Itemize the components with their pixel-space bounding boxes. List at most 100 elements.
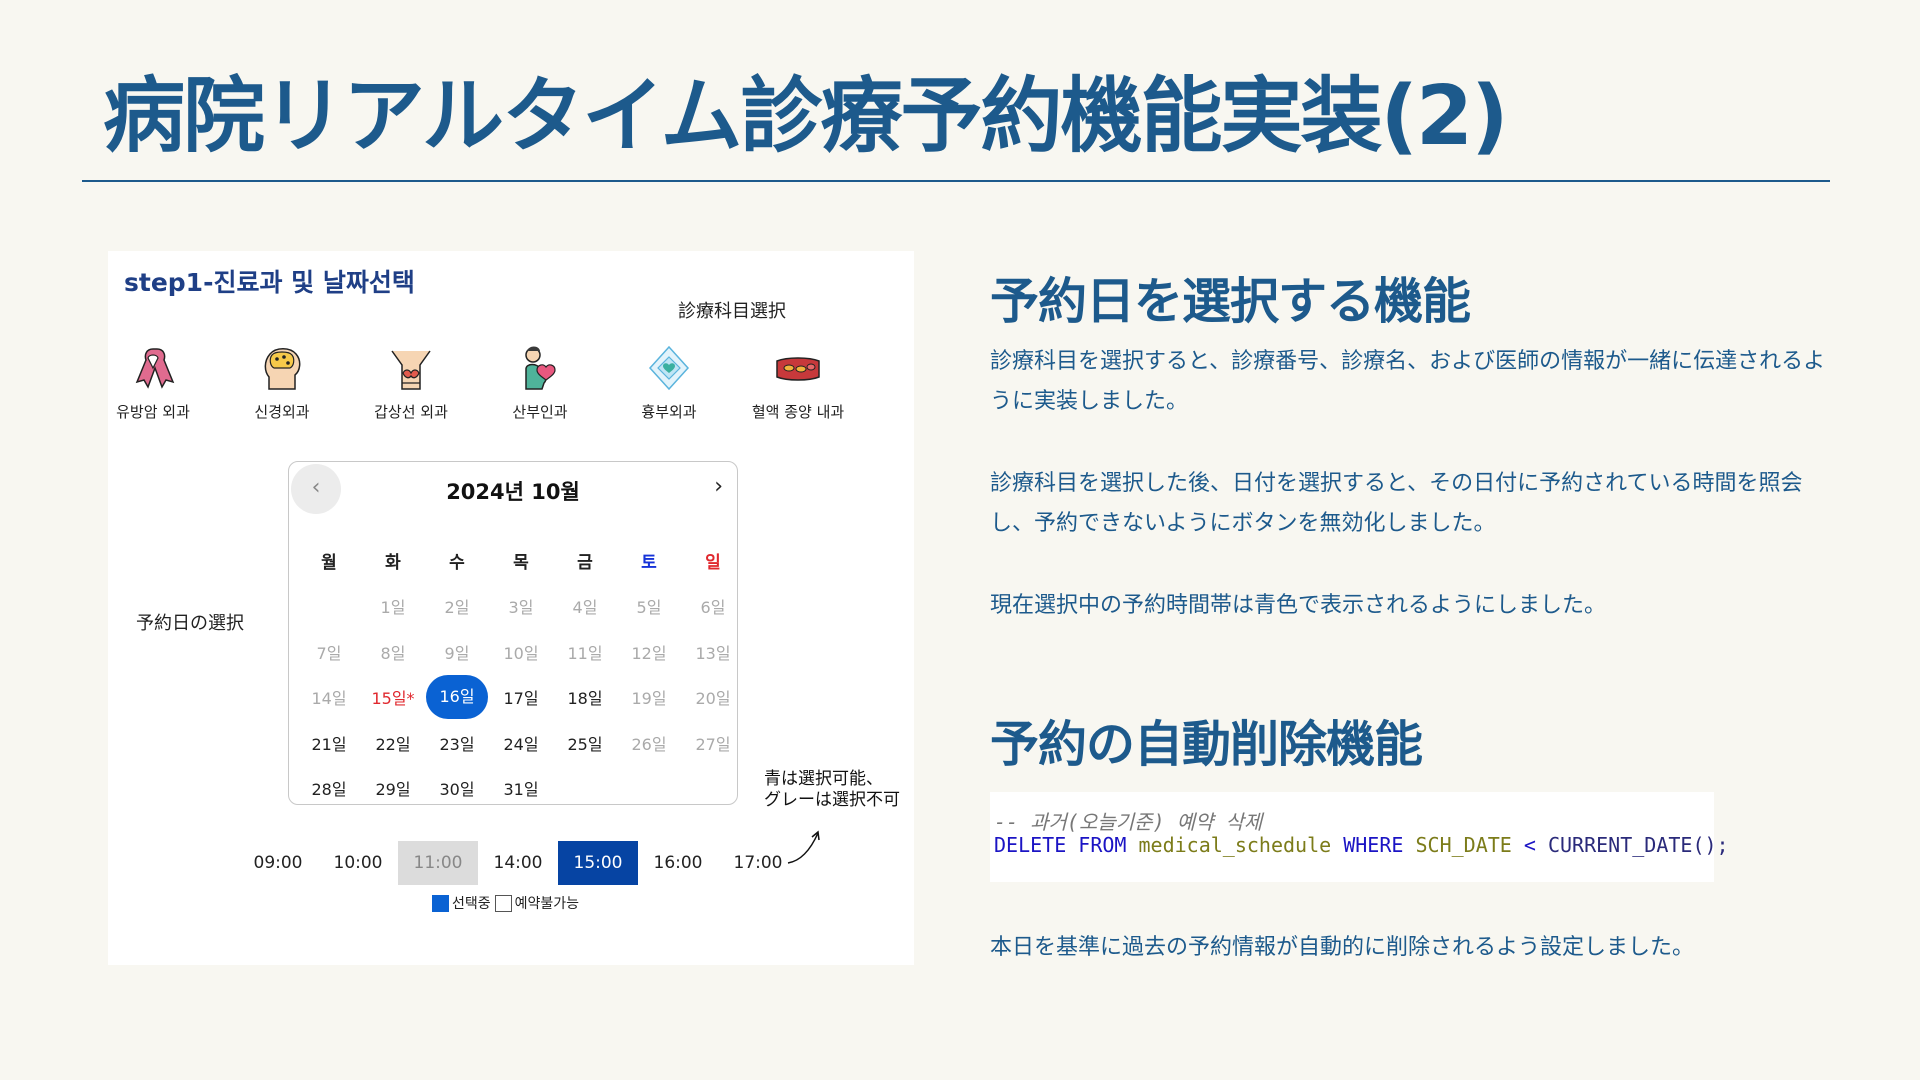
- calendar-day-label: 26일: [631, 734, 667, 754]
- calendar-day[interactable]: 12일: [617, 640, 681, 664]
- calendar-day[interactable]: 7일: [297, 640, 361, 664]
- calendar-day[interactable]: 30일: [425, 776, 489, 800]
- department-thoracic-surgery[interactable]: 흉부외과: [604, 343, 734, 422]
- section-title-date-select: 予約日を選択する機能: [990, 273, 1471, 330]
- calendar-day[interactable]: 15일*: [361, 685, 425, 709]
- sql-code-block: -- 과거(오늘기준) 예약 삭제 DELETE FROM medical_sc…: [990, 792, 1729, 882]
- calendar-month-title: 2024년 10월: [446, 480, 580, 504]
- calendar-day-label: 5일: [636, 598, 662, 618]
- calendar-day[interactable]: 1일: [361, 594, 425, 618]
- legend-selected-label: 선택중: [452, 896, 491, 912]
- blood-vessel-icon: [776, 357, 820, 381]
- calendar-day[interactable]: 10일: [489, 640, 553, 664]
- calendar-day-label: 17일: [503, 689, 539, 709]
- calendar-grid: 월 화 수 목 금 토 일 1일 2일 3일 4일 5일 6일 7일 8일 9일 10일 11일 12일 13일 14일…: [297, 538, 745, 811]
- calendar-day-label: 4일: [572, 598, 598, 618]
- color-note: 青は選択可能、 グレーは選択不可: [764, 769, 900, 812]
- calendar-day[interactable]: 27일: [681, 731, 745, 755]
- calendar-day-label: 21일: [311, 734, 347, 754]
- calendar-next-button[interactable]: ›: [714, 474, 723, 499]
- calendar-weekday: 목: [513, 553, 529, 574]
- calendar-day-label: 28일: [311, 780, 347, 800]
- calendar-day[interactable]: 20일: [681, 685, 745, 709]
- calendar-day-label: 12일: [631, 643, 667, 663]
- time-slot-button[interactable]: 16:00: [638, 841, 718, 885]
- calendar-day[interactable]: 21일: [297, 731, 361, 755]
- department-breast-surgery[interactable]: 유방암 외과: [88, 343, 218, 422]
- paragraph: 本日を基準に過去の予約情報が自動的に削除されるよう設定しました。: [990, 935, 1695, 960]
- calendar-day[interactable]: 8일: [361, 640, 425, 664]
- code-statement: DELETE FROM medical_schedule WHERE SCH_D…: [994, 833, 1729, 857]
- paragraph: 現在選択中の予約時間帯は青色で表示されるようにしました。: [990, 593, 1607, 618]
- department-label: 신경외과: [254, 403, 310, 421]
- calendar-day[interactable]: 11일: [553, 640, 617, 664]
- calendar-weekday: 수: [449, 553, 465, 574]
- calendar-day-label: 25일: [567, 734, 603, 754]
- department-obstetrics[interactable]: 산부인과: [475, 343, 605, 422]
- calendar-week-row: 21일 22일 23일 24일 25일 26일 27일: [297, 720, 745, 766]
- calendar-day-label: 27일: [695, 734, 731, 754]
- calendar-day-label: 10일: [503, 643, 539, 663]
- time-slot-button: 11:00: [398, 841, 478, 885]
- department-label: 혈액 종양 내과: [751, 403, 845, 421]
- time-slot-button[interactable]: 09:00: [238, 841, 318, 885]
- calendar-day[interactable]: 13일: [681, 640, 745, 664]
- calendar-day[interactable]: 26일: [617, 731, 681, 755]
- calendar-day[interactable]: 18일: [553, 685, 617, 709]
- calendar-day-label: 18일: [567, 689, 603, 709]
- calendar-weekday: 일: [705, 553, 721, 574]
- calendar-day-label: 2일: [444, 598, 470, 618]
- thyroid-neck-icon: [391, 350, 431, 390]
- step-title: step1-진료과 및 날짜선택: [124, 268, 415, 297]
- code-comment: -- 과거(오늘기준) 예약 삭제: [994, 810, 1263, 834]
- calendar-day[interactable]: 17일: [489, 685, 553, 709]
- calendar-day-label: 3일: [508, 598, 534, 618]
- slide-title: 病院リアルタイム診療予約機能実装(2): [103, 69, 1509, 164]
- note-line: 青は選択可能、: [764, 769, 883, 789]
- calendar-day[interactable]: 5일: [617, 594, 681, 618]
- calendar-day-label: 23일: [439, 734, 475, 754]
- selected-swatch: [432, 894, 449, 912]
- calendar-day[interactable]: 14일: [297, 685, 361, 709]
- calendar-day-label: 29일: [375, 780, 411, 800]
- calendar-day-label: 14일: [311, 689, 347, 709]
- calendar-day-label: 31일: [503, 780, 539, 800]
- time-slot-button[interactable]: 17:00: [718, 841, 798, 885]
- department-thyroid-surgery[interactable]: 갑상선 외과: [346, 343, 476, 422]
- department-label: 흉부외과: [641, 403, 697, 421]
- calendar-day[interactable]: 23일: [425, 731, 489, 755]
- time-slot-button[interactable]: 14:00: [478, 841, 558, 885]
- calendar-day[interactable]: 22일: [361, 731, 425, 755]
- code-keyword: WHERE: [1343, 833, 1404, 857]
- calendar-day-label: 11일: [567, 643, 603, 663]
- calendar-day-label: 8일: [380, 643, 406, 663]
- calendar-day[interactable]: 4일: [553, 594, 617, 618]
- department-heading: 診療科目選択: [678, 301, 786, 322]
- time-slot-button[interactable]: 10:00: [318, 841, 398, 885]
- department-label: 산부인과: [512, 403, 568, 421]
- calendar-day[interactable]: 6일: [681, 594, 745, 618]
- calendar-day[interactable]: 31일: [489, 776, 553, 800]
- code-table-name: medical_schedule: [1138, 833, 1332, 857]
- code-keyword: FROM: [1078, 833, 1127, 857]
- paragraph: 診療科目を選択すると、診療番号、診療名、および医師の情報が一緒に伝達されるように…: [990, 349, 1826, 414]
- title-divider: [82, 180, 1830, 182]
- calendar-day[interactable]: 9일: [425, 640, 489, 664]
- time-slot-button[interactable]: 15:00: [558, 841, 638, 885]
- department-neurosurgery[interactable]: 신경외과: [217, 343, 347, 422]
- calendar-day-label: 1일: [380, 598, 406, 618]
- calendar-day[interactable]: 16일: [425, 675, 489, 720]
- calendar-day[interactable]: 2일: [425, 594, 489, 618]
- calendar-day[interactable]: 24일: [489, 731, 553, 755]
- calendar-day[interactable]: 19일: [617, 685, 681, 709]
- calendar-weekday: 월: [321, 553, 337, 574]
- calendar-day-label: 16일: [426, 675, 488, 720]
- calendar-day[interactable]: 25일: [553, 731, 617, 755]
- section-title-auto-delete: 予約の自動削除機能: [990, 716, 1423, 773]
- calendar-day[interactable]: 3일: [489, 594, 553, 618]
- calendar-day-label: 24일: [503, 734, 539, 754]
- calendar-day[interactable]: 29일: [361, 776, 425, 800]
- code-keyword: DELETE: [994, 833, 1067, 857]
- department-hematology-oncology[interactable]: 혈액 종양 내과: [733, 343, 863, 422]
- calendar-day[interactable]: 28일: [297, 776, 361, 800]
